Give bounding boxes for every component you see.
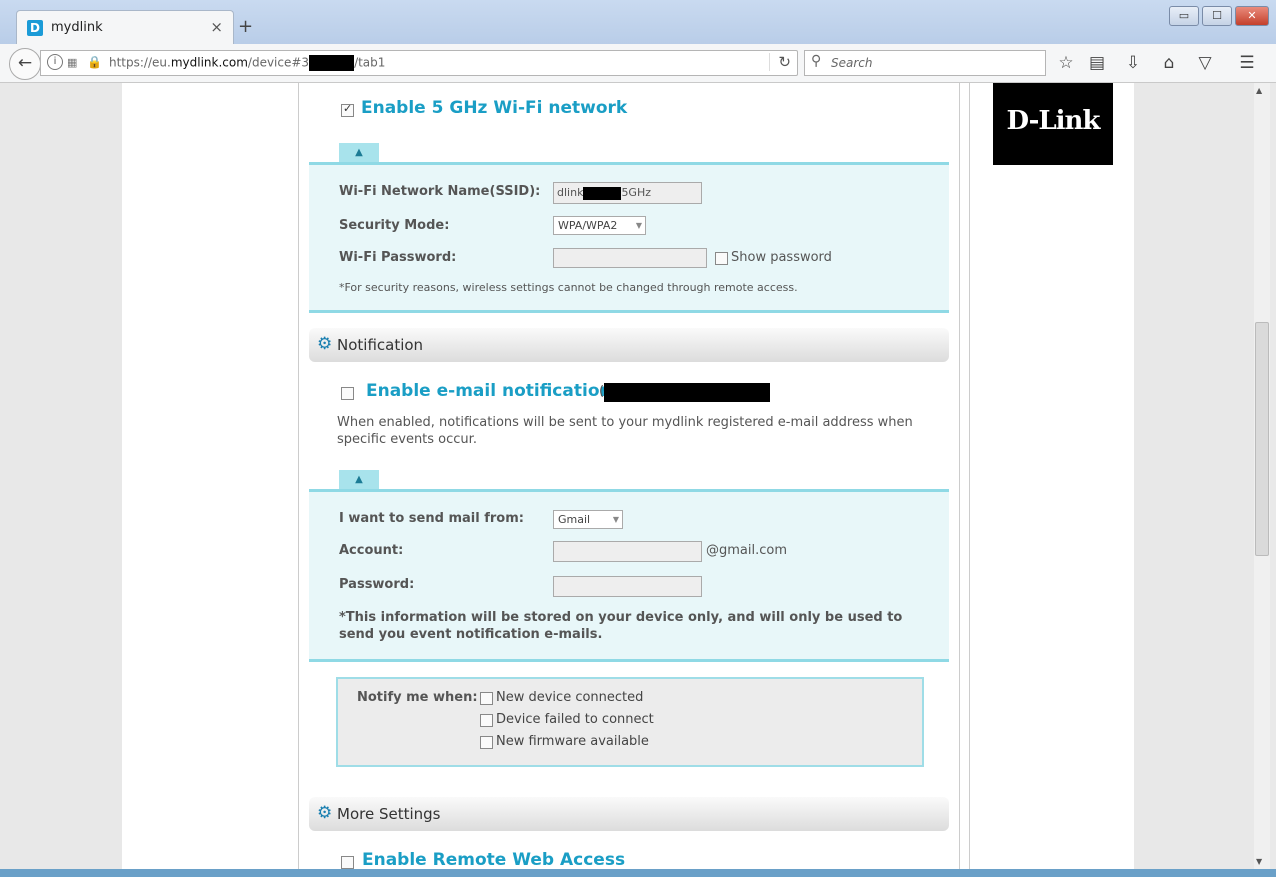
search-input[interactable]: ⚲ Search: [804, 50, 1046, 76]
mail-password-input[interactable]: [553, 576, 702, 597]
account-input[interactable]: [553, 541, 702, 562]
home-icon[interactable]: ⌂: [1158, 52, 1180, 74]
bookmark-star-icon[interactable]: ☆: [1055, 52, 1077, 74]
dlink-logo: D-Link: [993, 83, 1113, 165]
collapse-email-button[interactable]: ▲: [339, 470, 379, 490]
notify-label: Notify me when:: [357, 690, 478, 705]
permissions-icon[interactable]: ▦: [67, 56, 77, 69]
account-suffix: @gmail.com: [706, 543, 788, 558]
scroll-up-arrow-icon[interactable]: ▲: [1256, 86, 1262, 95]
notify-new-device-checkbox[interactable]: [480, 692, 493, 705]
more-settings-section-bar: ⚙ More Settings: [309, 797, 949, 831]
ssid-input[interactable]: dlink 5GHz: [553, 182, 702, 204]
scrollbar-thumb[interactable]: [1255, 322, 1269, 556]
wifi-password-input[interactable]: [553, 248, 707, 268]
notify-new-firmware-checkbox[interactable]: [480, 736, 493, 749]
notify-option-new-device: New device connected: [496, 690, 644, 705]
tab-close-icon[interactable]: ×: [210, 18, 223, 36]
new-tab-button[interactable]: +: [238, 16, 253, 37]
enable-5ghz-checkbox[interactable]: [341, 102, 354, 117]
reading-list-icon[interactable]: ▤: [1086, 52, 1108, 74]
back-arrow-icon[interactable]: ←: [9, 48, 41, 80]
mydlink-favicon-icon: D: [27, 20, 43, 36]
lock-icon[interactable]: 🔒: [87, 55, 102, 69]
account-label: Account:: [339, 543, 404, 558]
mail-password-label: Password:: [339, 577, 415, 592]
menu-icon[interactable]: ☰: [1236, 52, 1258, 74]
notification-section-title: Notification: [337, 336, 424, 354]
redacted-ssid: [583, 186, 622, 200]
security-mode-label: Security Mode:: [339, 218, 450, 233]
url-bar[interactable]: i ▦ 🔒 https://eu.mydlink.com/device#3/ta…: [40, 50, 798, 76]
search-placeholder: Search: [831, 56, 873, 70]
page-margin-left: [0, 83, 122, 877]
download-icon[interactable]: ⇩: [1122, 52, 1144, 74]
enable-email-heading: Enable e-mail notifications: [366, 381, 622, 401]
page-margin-right: [1134, 83, 1254, 877]
notify-option-failed-connect: Device failed to connect: [496, 712, 654, 727]
chevron-down-icon: ▼: [635, 221, 642, 230]
browser-tab[interactable]: D mydlink ×: [16, 10, 234, 45]
reload-icon[interactable]: ↻: [769, 53, 791, 71]
gear-icon: ⚙: [317, 334, 333, 354]
minimize-button[interactable]: ▭: [1169, 6, 1199, 26]
wifi-password-label: Wi-Fi Password:: [339, 250, 457, 265]
column-divider: [969, 83, 970, 877]
tab-title: mydlink: [51, 20, 103, 35]
show-password-label: Show password: [731, 250, 832, 265]
more-settings-section-title: More Settings: [337, 805, 441, 823]
pocket-icon[interactable]: ▽: [1194, 52, 1216, 74]
wifi-security-note: *For security reasons, wireless settings…: [339, 281, 798, 294]
email-description: When enabled, notifications will be sent…: [337, 415, 913, 447]
url-text[interactable]: https://eu.mydlink.com/device#3/tab1: [109, 55, 385, 71]
chevron-down-icon: ▼: [612, 515, 619, 524]
gear-icon: ⚙: [317, 803, 333, 823]
show-password-checkbox[interactable]: [715, 252, 728, 265]
window-bottom-edge: [0, 869, 1276, 877]
enable-remote-access-heading: Enable Remote Web Access: [362, 850, 626, 870]
info-icon[interactable]: i: [47, 54, 63, 70]
search-icon: ⚲: [811, 53, 822, 69]
send-from-label: I want to send mail from:: [339, 511, 524, 526]
enable-remote-access-checkbox[interactable]: [341, 856, 354, 869]
redacted-block: [309, 55, 355, 71]
notify-failed-connect-checkbox[interactable]: [480, 714, 493, 727]
close-window-button[interactable]: ✕: [1235, 6, 1269, 26]
scroll-down-arrow-icon[interactable]: ▼: [1256, 857, 1262, 866]
notify-option-new-firmware: New firmware available: [496, 734, 649, 749]
enable-5ghz-heading: Enable 5 GHz Wi-Fi network: [361, 98, 628, 118]
send-from-select[interactable]: Gmail ▼: [553, 510, 623, 529]
maximize-button[interactable]: ☐: [1202, 6, 1232, 26]
security-mode-select[interactable]: WPA/WPA2 ▼: [553, 216, 646, 235]
redacted-email: [604, 383, 770, 402]
ssid-label: Wi-Fi Network Name(SSID):: [339, 184, 541, 199]
collapse-5ghz-button[interactable]: ▲: [339, 143, 379, 163]
storage-note: *This information will be stored on your…: [339, 610, 903, 642]
notification-section-bar: ⚙ Notification: [309, 328, 949, 362]
enable-email-checkbox[interactable]: [341, 387, 354, 400]
